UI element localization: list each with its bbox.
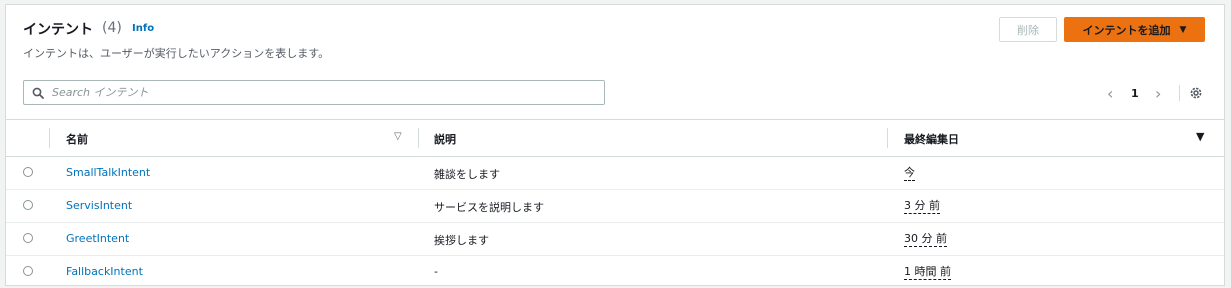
chevron-left-icon[interactable]: ‹ <box>1107 83 1113 103</box>
search-field[interactable] <box>23 80 605 105</box>
last-edited-date: 今 <box>904 166 915 181</box>
search-input[interactable] <box>50 85 594 100</box>
delete-button-label: 削除 <box>1017 23 1039 37</box>
intent-description: - <box>434 265 438 278</box>
row-select-radio[interactable] <box>23 233 33 243</box>
intents-panel: インテント (4) Info インテントは、ユーザーが実行したいアクションを表し… <box>5 4 1225 286</box>
intent-description: 挨拶します <box>434 234 489 247</box>
sort-descending-icon[interactable]: ▼ <box>1196 130 1204 143</box>
table-row[interactable]: ServisIntent サービスを説明します 3 分 前 <box>6 190 1224 223</box>
intent-count: (4) <box>102 20 122 36</box>
caret-down-icon: ▼ <box>1179 24 1187 35</box>
column-header-description[interactable]: 説明 <box>434 131 456 147</box>
last-edited-date: 30 分 前 <box>904 232 947 247</box>
info-link[interactable]: Info <box>132 23 154 34</box>
add-intent-button[interactable]: インテントを追加 ▼ <box>1064 17 1205 42</box>
column-header-name[interactable]: 名前 <box>66 131 88 147</box>
table-row[interactable]: GreetIntent 挨拶します 30 分 前 <box>6 223 1224 256</box>
page-description: インテントは、ユーザーが実行したいアクションを表します。 <box>23 47 330 60</box>
last-edited-date: 1 時間 前 <box>904 265 951 280</box>
row-select-radio[interactable] <box>23 167 33 177</box>
intent-description: 雑談をします <box>434 168 500 181</box>
search-icon <box>32 87 44 99</box>
sort-icon[interactable]: ▽ <box>394 131 402 142</box>
table-row[interactable]: SmallTalkIntent 雑談をします 今 <box>6 157 1224 190</box>
intents-table: 名前 ▽ 説明 最終編集日 ▼ SmallTalkIntent 雑談をします 今… <box>6 119 1224 288</box>
row-select-radio[interactable] <box>23 200 33 210</box>
intent-name-link[interactable]: ServisIntent <box>66 199 132 212</box>
intent-name-link[interactable]: SmallTalkIntent <box>66 166 150 179</box>
column-divider <box>887 128 888 148</box>
current-page-number[interactable]: 1 <box>1131 83 1139 103</box>
add-intent-button-label: インテントを追加 <box>1082 23 1171 37</box>
divider <box>1179 85 1180 101</box>
column-divider <box>418 128 419 148</box>
page-title: インテント <box>23 22 93 38</box>
row-select-radio[interactable] <box>23 266 33 276</box>
column-header-last-edited[interactable]: 最終編集日 <box>904 131 959 147</box>
delete-button[interactable]: 削除 <box>999 17 1057 42</box>
last-edited-date: 3 分 前 <box>904 199 940 214</box>
intent-description: サービスを説明します <box>434 201 544 214</box>
table-header-row: 名前 ▽ 説明 最終編集日 ▼ <box>6 119 1224 157</box>
intent-name-link[interactable]: GreetIntent <box>66 232 129 245</box>
intent-name-link[interactable]: FallbackIntent <box>66 265 143 278</box>
settings-icon[interactable] <box>1189 86 1203 100</box>
chevron-right-icon[interactable]: › <box>1155 83 1161 103</box>
table-row[interactable]: FallbackIntent - 1 時間 前 <box>6 256 1224 288</box>
column-divider <box>49 128 50 148</box>
